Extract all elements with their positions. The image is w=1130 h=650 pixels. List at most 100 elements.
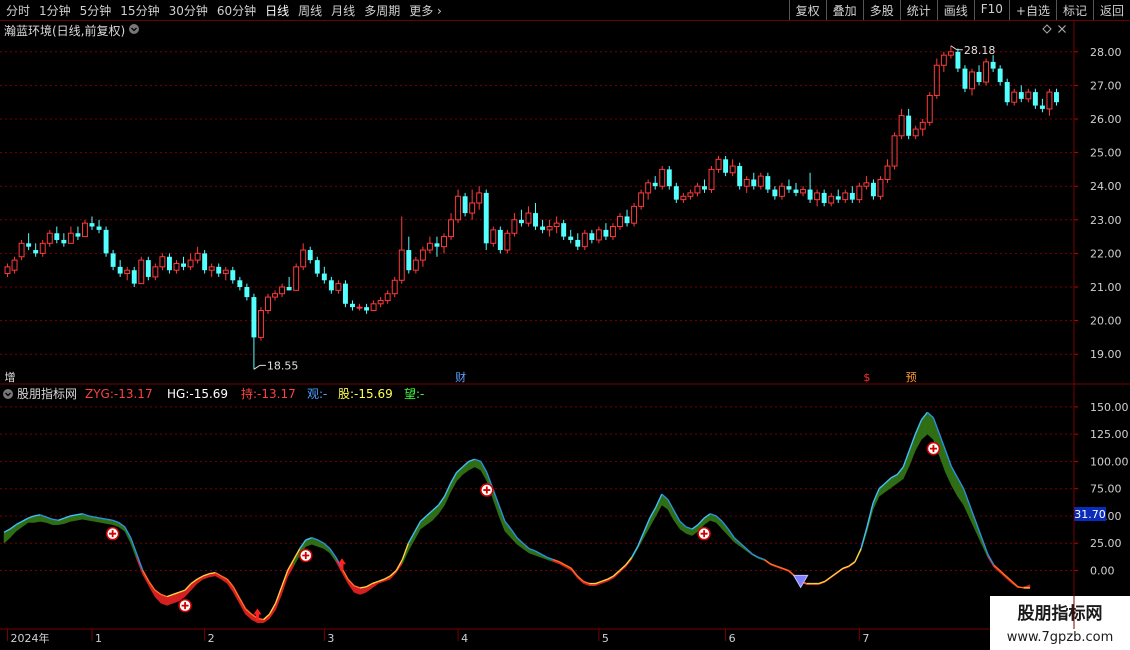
- candle-body: [293, 266, 300, 291]
- candle-body: [181, 263, 186, 267]
- period-tab-4[interactable]: 30分钟: [169, 2, 208, 19]
- candle: [898, 108, 905, 140]
- candle-body: [335, 283, 342, 291]
- toolbar-button-7[interactable]: 标记: [1055, 0, 1093, 20]
- toolbar-button-1[interactable]: 叠加: [825, 0, 863, 20]
- candle: [976, 65, 982, 86]
- candle-body: [1054, 92, 1059, 103]
- period-tab-0[interactable]: 分时: [6, 2, 30, 19]
- toolbar-button-2[interactable]: 多股: [862, 0, 900, 20]
- period-tab-6[interactable]: 日线: [265, 2, 289, 19]
- diamond-icon[interactable]: [1042, 24, 1052, 34]
- candle: [772, 186, 778, 200]
- current-value-text: 31.70: [1074, 508, 1106, 521]
- candle-body: [842, 192, 849, 201]
- candle-body: [469, 202, 476, 214]
- candle: [933, 58, 940, 99]
- candle-body: [856, 185, 863, 201]
- candle-body: [33, 250, 39, 254]
- candle: [11, 256, 18, 274]
- candle-body: [546, 226, 553, 231]
- candle: [300, 243, 307, 271]
- title-dropdown-icon[interactable]: [129, 24, 139, 34]
- candle-body: [279, 286, 286, 295]
- legend-item: 股:-15.69: [338, 387, 393, 401]
- candle: [4, 263, 11, 277]
- candle: [138, 256, 145, 285]
- period-tab-2[interactable]: 5分钟: [80, 2, 112, 19]
- candle: [561, 219, 567, 240]
- candle-body: [490, 229, 497, 244]
- candle: [33, 243, 39, 257]
- chart-area: 19.0020.0021.0022.0023.0024.0025.0026.00…: [0, 21, 1130, 650]
- candle-body: [751, 179, 757, 187]
- candle: [26, 233, 32, 251]
- period-tab-9[interactable]: 多周期: [364, 2, 400, 19]
- candle: [863, 176, 870, 190]
- candle: [166, 253, 172, 274]
- candle-body: [244, 287, 250, 298]
- candle-body: [575, 239, 581, 247]
- candle: [955, 48, 961, 72]
- period-tab-3[interactable]: 15分钟: [120, 2, 159, 19]
- candle: [384, 290, 391, 304]
- candle: [715, 155, 722, 173]
- candle: [194, 246, 201, 264]
- candle: [398, 216, 405, 284]
- indicator-line-segment: [836, 567, 844, 574]
- candle: [617, 213, 623, 230]
- event-badge: $: [863, 371, 870, 384]
- candle: [666, 166, 672, 190]
- candle-body: [145, 260, 151, 277]
- close-icon[interactable]: [1058, 25, 1066, 33]
- toolbar-button-4[interactable]: 画线: [936, 0, 974, 20]
- candle-body: [863, 182, 870, 187]
- candle: [117, 260, 123, 277]
- indicator-dropdown-icon[interactable]: [3, 389, 13, 399]
- candle-body: [377, 299, 384, 305]
- candle-body: [898, 115, 905, 137]
- toolbar-button-6[interactable]: +自选: [1008, 0, 1056, 20]
- indicator-tick-label: 125.00: [1090, 428, 1129, 441]
- candle-body: [568, 236, 574, 240]
- chevron-right-icon: ›: [433, 4, 442, 18]
- date-label: 2024年: [11, 631, 50, 645]
- candle: [426, 236, 433, 254]
- candle: [159, 253, 166, 271]
- candle-body: [222, 269, 229, 275]
- candle-body: [117, 266, 123, 274]
- candle-body: [46, 232, 53, 244]
- candle: [673, 182, 679, 203]
- candle: [737, 162, 743, 190]
- candle: [222, 266, 229, 281]
- candle: [350, 300, 355, 311]
- toolbar-button-5[interactable]: F10: [973, 0, 1009, 20]
- date-label: 4: [461, 632, 468, 645]
- period-tab-5[interactable]: 60分钟: [217, 2, 256, 19]
- candle-body: [757, 175, 764, 187]
- toolbar-button-0[interactable]: 复权: [788, 0, 826, 20]
- period-tab-1[interactable]: 1分钟: [39, 2, 71, 19]
- period-tab-8[interactable]: 月线: [331, 2, 355, 19]
- candle-body: [159, 256, 166, 268]
- candle: [81, 219, 88, 238]
- candle: [307, 246, 313, 264]
- candle-body: [230, 270, 236, 281]
- candle-body: [884, 165, 891, 180]
- candle-body: [321, 273, 327, 281]
- toolbar-button-3[interactable]: 统计: [899, 0, 937, 20]
- candle-body: [518, 219, 524, 224]
- candle-body: [849, 192, 855, 200]
- event-badge: 财: [455, 370, 466, 384]
- indicator-line-segment: [848, 561, 856, 567]
- candle: [391, 276, 398, 298]
- toolbar-button-8[interactable]: 返回: [1092, 0, 1130, 20]
- candle-body: [110, 253, 116, 267]
- period-tab-10[interactable]: 更多 ›: [409, 2, 442, 19]
- candle-body: [1018, 92, 1024, 99]
- legend-item: 观:-: [307, 387, 327, 401]
- candle-body: [659, 168, 666, 187]
- candle-body: [765, 176, 771, 190]
- period-tab-7[interactable]: 周线: [298, 2, 322, 19]
- candle-body: [406, 250, 412, 271]
